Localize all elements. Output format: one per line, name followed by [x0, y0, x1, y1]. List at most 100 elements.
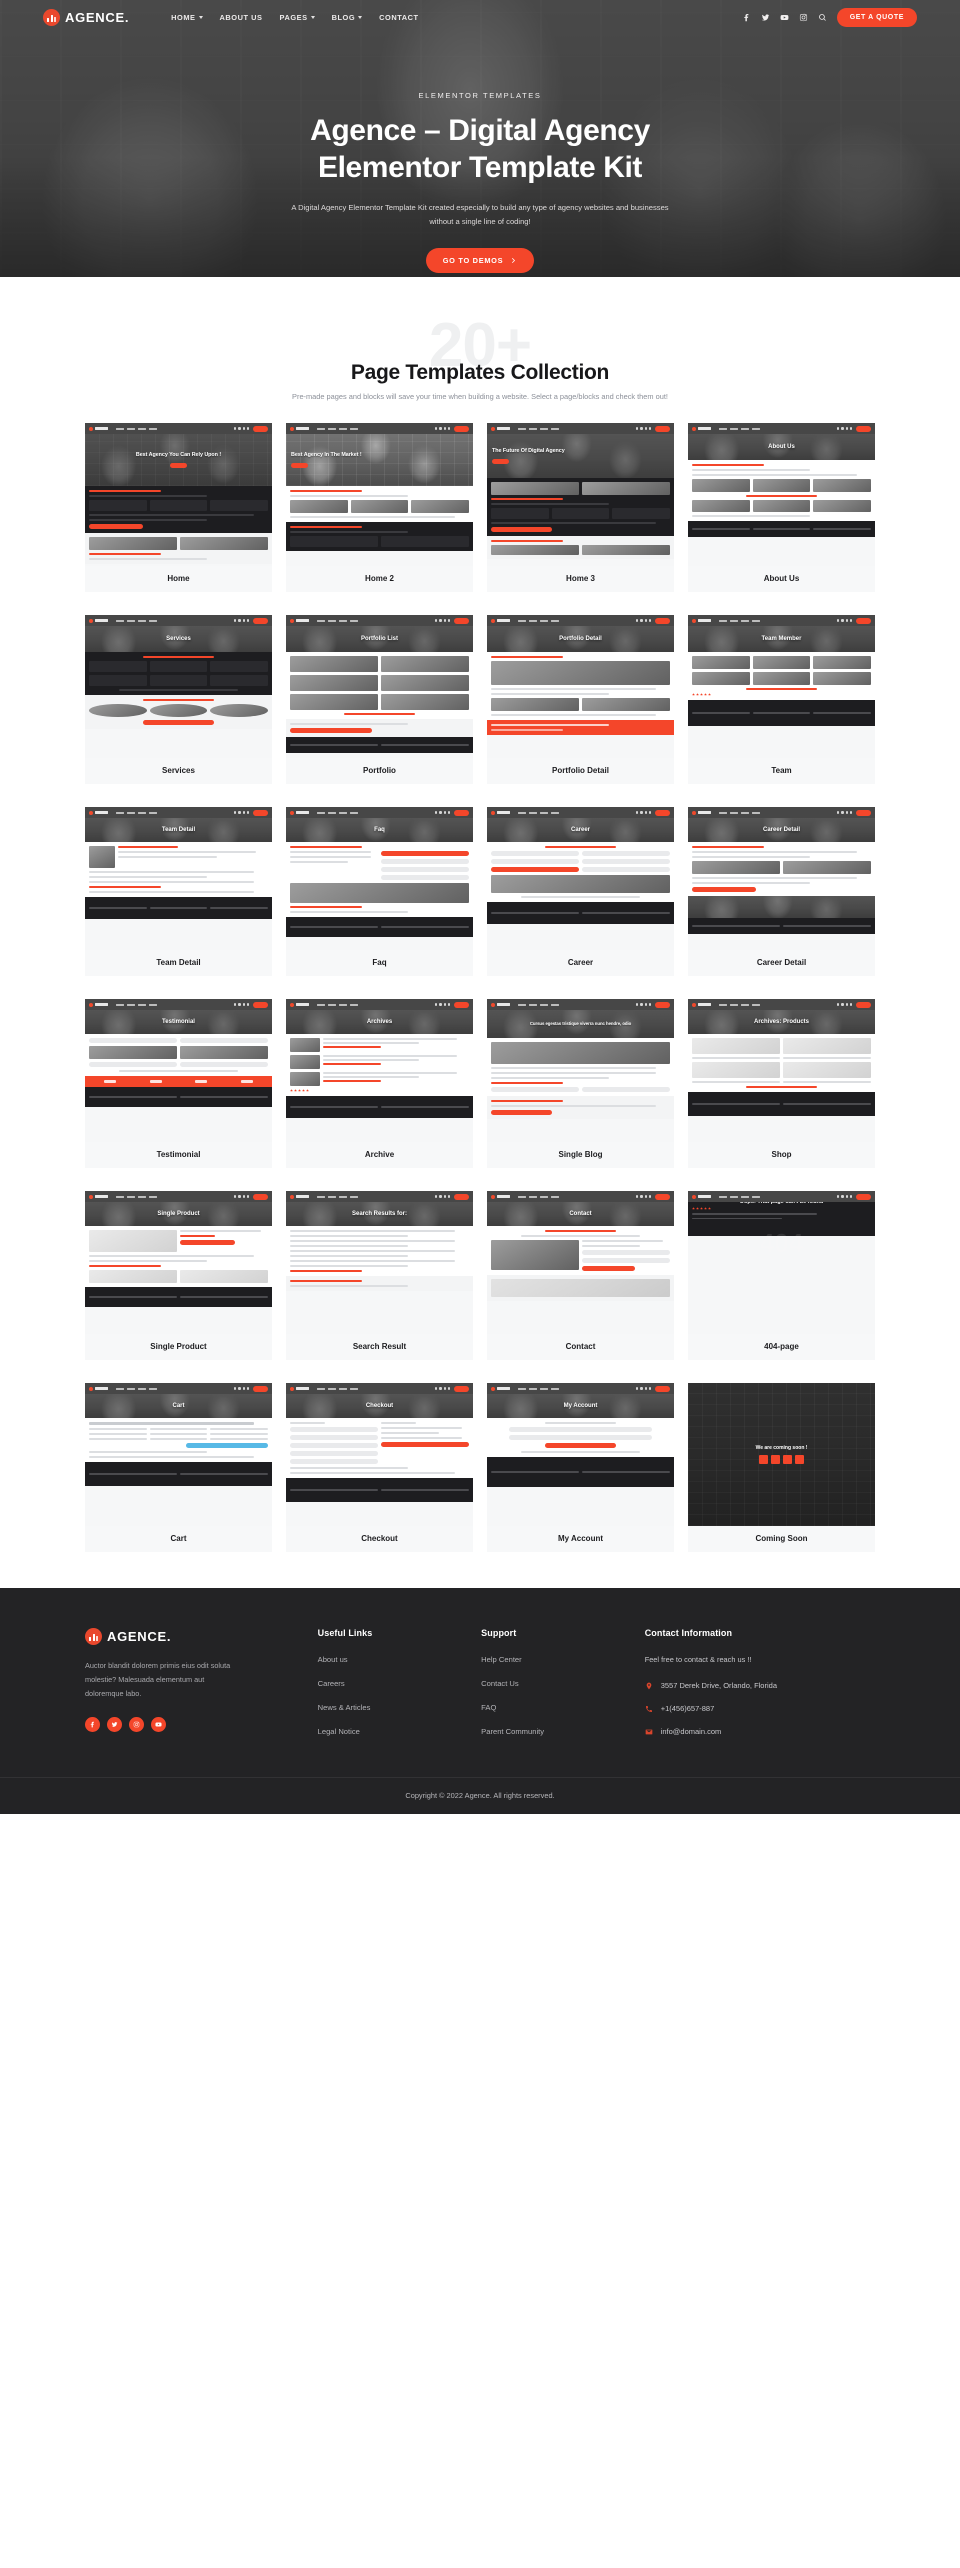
template-thumbnail[interactable]: Portfolio Detail [487, 615, 674, 758]
template-card-team-detail[interactable]: Team Detail Team Detail [85, 807, 272, 976]
template-thumbnail[interactable]: We are coming soon ! [688, 1383, 875, 1526]
facebook-icon[interactable] [742, 13, 751, 22]
template-card-single-product[interactable]: Single Product Single Product [85, 1191, 272, 1360]
facebook-icon[interactable] [85, 1716, 100, 1732]
site-logo[interactable]: AGENCE. [43, 9, 129, 26]
nav-item-contact[interactable]: CONTACT [379, 13, 418, 22]
template-card-shop[interactable]: Archives: Products Shop [688, 999, 875, 1168]
template-thumbnail[interactable]: Portfolio List [286, 615, 473, 758]
template-thumbnail[interactable]: Cursus egestas tristique viverra nunc he… [487, 999, 674, 1142]
template-thumbnail[interactable]: My Account [487, 1383, 674, 1526]
template-card-home[interactable]: Best Agency You Can Rely Upon ! Home [85, 423, 272, 592]
footer-link-about-us[interactable]: About us [318, 1655, 472, 1664]
nav-menu: HOME ABOUT US PAGES BLOG CONTACT [171, 13, 418, 22]
nav-item-pages[interactable]: PAGES [280, 13, 315, 22]
search-icon[interactable] [818, 13, 827, 22]
thumb-headline: Team Member [761, 636, 802, 642]
template-card-career-detail[interactable]: Career Detail Career Detail [688, 807, 875, 976]
go-to-demos-button[interactable]: GO TO DEMOS [425, 248, 535, 274]
template-card-faq[interactable]: Faq Faq [286, 807, 473, 976]
template-thumbnail[interactable]: Career Detail [688, 807, 875, 950]
template-label: Testimonial [85, 1142, 272, 1168]
instagram-icon[interactable] [799, 13, 808, 22]
footer-link-parent-community[interactable]: Parent Community [481, 1727, 635, 1736]
template-thumbnail[interactable]: About Us [688, 423, 875, 566]
twitter-icon[interactable] [761, 13, 770, 22]
template-thumbnail[interactable]: Team Detail [85, 807, 272, 950]
template-card-career[interactable]: Career Career [487, 807, 674, 976]
template-thumbnail[interactable]: Archives: Products [688, 999, 875, 1142]
youtube-icon[interactable] [151, 1716, 166, 1732]
template-card-portfolio-detail[interactable]: Portfolio Detail Portfolio Detail [487, 615, 674, 784]
template-card-home-2[interactable]: Best Agency In The Market ! Home 2 [286, 423, 473, 592]
template-thumbnail[interactable]: Best Agency In The Market ! [286, 423, 473, 566]
template-card-search-result[interactable]: Search Results for: Search Result [286, 1191, 473, 1360]
thumb-headline: About Us [768, 444, 795, 450]
get-a-quote-button[interactable]: GET A QUOTE [836, 8, 917, 27]
template-thumbnail[interactable]: Career [487, 807, 674, 950]
footer-email-row[interactable]: info@domain.com [645, 1727, 875, 1736]
mini-hero: Services [85, 626, 272, 652]
thumb-headline: My Account [563, 1403, 598, 1409]
template-card-home-3[interactable]: The Future Of Digital Agency Home 3 [487, 423, 674, 592]
nav-item-blog[interactable]: BLOG [332, 13, 363, 22]
mini-hero: Career [487, 818, 674, 842]
template-card-portfolio[interactable]: Portfolio List Portfolio [286, 615, 473, 784]
thumb-headline: Cart [172, 1403, 185, 1409]
nav-item-about-us[interactable]: ABOUT US [220, 13, 263, 22]
template-thumbnail[interactable]: Services [85, 615, 272, 758]
template-card-testimonial[interactable]: Testimonial Testimonial [85, 999, 272, 1168]
youtube-icon[interactable] [780, 13, 789, 22]
twitter-icon[interactable] [107, 1716, 122, 1732]
template-card-team[interactable]: Team Member Team [688, 615, 875, 784]
footer-link-news-articles[interactable]: News & Articles [318, 1703, 472, 1712]
mini-hero: Career Detail [688, 818, 875, 842]
chevron-right-icon [512, 258, 516, 264]
go-to-demos-label: GO TO DEMOS [442, 256, 504, 266]
thumb-headline: The Future Of Digital Agency [492, 447, 565, 454]
footer-link-faq[interactable]: FAQ [481, 1703, 635, 1712]
instagram-icon[interactable] [129, 1716, 144, 1732]
template-thumbnail[interactable]: Search Results for: [286, 1191, 473, 1334]
footer-link-legal-notice[interactable]: Legal Notice [318, 1727, 472, 1736]
template-card-archive[interactable]: Archives Archive [286, 999, 473, 1168]
template-card-my-account[interactable]: My Account My Account [487, 1383, 674, 1552]
template-thumbnail[interactable]: The Future Of Digital Agency [487, 423, 674, 566]
footer-social-links [85, 1716, 308, 1732]
footer-link-careers[interactable]: Careers [318, 1679, 472, 1688]
template-card-checkout[interactable]: Checkout Checkout [286, 1383, 473, 1552]
template-thumbnail[interactable]: Team Member [688, 615, 875, 758]
mini-body-secondary [487, 1096, 674, 1119]
footer-contact-note: Feel free to contact & reach us !! [644, 1655, 752, 1664]
template-label: Services [85, 758, 272, 784]
template-thumbnail[interactable]: 404 Oops! That page can't be found [688, 1191, 875, 1334]
template-card-single-blog[interactable]: Cursus egestas tristique viverra nunc he… [487, 999, 674, 1168]
template-card-coming-soon[interactable]: We are coming soon ! Coming Soon [688, 1383, 875, 1552]
templates-grid: Best Agency You Can Rely Upon ! Home Bes… [85, 415, 875, 1552]
template-thumbnail[interactable]: Faq [286, 807, 473, 950]
template-thumbnail[interactable]: Single Product [85, 1191, 272, 1334]
footer-phone-row[interactable]: +1(456)657-887 [645, 1704, 875, 1713]
footer-logo[interactable]: AGENCE. [85, 1628, 308, 1645]
mini-map [487, 1275, 674, 1301]
template-thumbnail[interactable]: Checkout [286, 1383, 473, 1526]
template-thumbnail[interactable]: Best Agency You Can Rely Upon ! [85, 423, 272, 566]
footer-link-help-center[interactable]: Help Center [481, 1655, 635, 1664]
template-card-services[interactable]: Services Services [85, 615, 272, 784]
footer-about-text: Auctor blandit dolorem primis eius odit … [85, 1661, 231, 1699]
template-thumbnail[interactable]: Archives [286, 999, 473, 1142]
footer-link-contact-us[interactable]: Contact Us [481, 1679, 635, 1688]
template-card-contact[interactable]: Contact Contact [487, 1191, 674, 1360]
phone-icon [645, 1705, 652, 1712]
template-label: My Account [487, 1526, 674, 1552]
thumb-headline: Best Agency You Can Rely Upon ! [135, 451, 222, 458]
template-thumbnail[interactable]: Testimonial [85, 999, 272, 1142]
template-thumbnail[interactable]: Cart [85, 1383, 272, 1526]
template-card-cart[interactable]: Cart Cart [85, 1383, 272, 1552]
template-thumbnail[interactable]: Contact [487, 1191, 674, 1334]
template-card-about-us[interactable]: About Us About Us [688, 423, 875, 592]
template-card-404-page[interactable]: 404 Oops! That page can't be found 404-p… [688, 1191, 875, 1360]
template-label: Single Product [85, 1334, 272, 1360]
templates-collection-section: 20+ Page Templates Collection Pre-made p… [0, 277, 960, 1552]
nav-item-home[interactable]: HOME [171, 13, 203, 22]
